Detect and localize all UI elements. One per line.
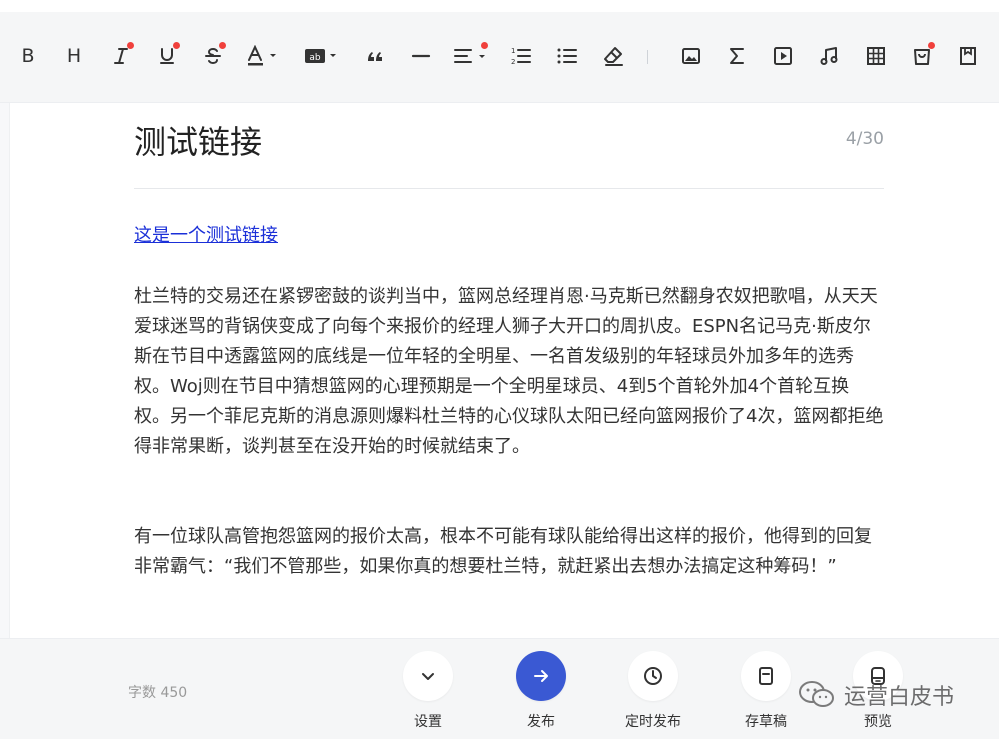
unordered-list-icon [557,48,577,64]
chevron-down-icon [422,673,434,680]
left-panel-edge [0,103,10,638]
word-count: 字数 450 [128,685,188,701]
italic-button[interactable] [106,42,136,70]
insert-table-button[interactable] [861,42,891,70]
publish-button[interactable] [516,651,566,701]
clear-format-button[interactable] [599,42,629,70]
formatting-toolbar: B H ab 12 [0,12,999,103]
heading-icon: H [66,44,82,67]
insert-template-button[interactable] [953,42,983,70]
image-icon [682,48,700,64]
settings-label: 设置 [414,714,442,730]
font-color-icon [248,45,276,66]
underline-button[interactable] [152,42,182,70]
product-badge [928,42,935,49]
test-link[interactable]: 这是一个测试链接 [134,224,278,248]
ordered-list-icon: 12 [511,47,531,66]
body-paragraph[interactable]: 有一位球队高管抱怨篮网的报价太高，根本不可能有球队能给得出这样的报价，他得到的回… [134,522,884,582]
music-icon [820,47,838,65]
title-char-count: 4/30 [845,129,884,149]
font-color-button[interactable] [244,42,280,70]
clock-icon [644,667,662,685]
schedule-publish-button[interactable] [628,651,678,701]
insert-formula-button[interactable] [722,42,752,70]
template-icon [960,47,976,65]
watermark-text: 运营白皮书 [844,685,955,710]
italic-badge [127,42,134,49]
draft-icon [759,667,773,685]
body-paragraph[interactable]: 杜兰特的交易还在紧锣密鼓的谈判当中，篮网总经理肖恩·马克斯已然翻身农奴把歌唱，从… [134,282,884,462]
toolbar-separator [647,50,648,64]
italic-icon [114,48,128,64]
video-icon [774,47,792,65]
settings-action: 设置 [383,651,473,731]
underline-icon [160,48,174,64]
sigma-icon [730,48,744,64]
svg-text:2: 2 [511,58,515,66]
insert-image-button[interactable] [676,42,706,70]
watermark: 运营白皮书 [798,679,954,711]
title-divider [134,188,884,189]
save-draft-label: 存草稿 [745,714,787,730]
bold-icon: B [21,44,35,67]
strikethrough-button[interactable] [198,42,228,70]
shopping-bag-icon [914,49,930,65]
arrow-right-icon [534,670,548,682]
quote-button[interactable] [360,42,390,70]
article-title[interactable]: 测试链接 [134,120,734,164]
wechat-icon [799,681,834,707]
ordered-list-button[interactable]: 12 [506,42,536,70]
strikethrough-icon [205,47,221,65]
eraser-icon [604,47,623,66]
settings-button[interactable] [403,651,453,701]
align-badge [481,42,488,49]
publish-label: 发布 [527,714,555,730]
divider-button[interactable] [406,42,436,70]
publish-action: 发布 [496,651,586,731]
quote-icon [368,52,382,61]
preview-label: 预览 [864,714,892,730]
heading-button[interactable]: H [59,42,89,70]
horizontal-rule-icon [411,54,431,58]
highlight-icon: ab [305,49,336,63]
bottom-action-bar: 字数 450 设置 发布 定时发布 存草稿 预览 运营白皮书 [0,638,999,739]
align-button[interactable] [452,42,488,70]
schedule-label: 定时发布 [625,714,681,730]
insert-product-button[interactable] [907,42,937,70]
strikethrough-badge [219,42,226,49]
insert-audio-button[interactable] [814,42,844,70]
save-draft-button[interactable] [741,651,791,701]
background-color-button[interactable]: ab [302,42,340,70]
align-left-icon [454,49,485,63]
svg-text:ab: ab [309,53,321,63]
unordered-list-button[interactable] [552,42,582,70]
svg-text:1: 1 [511,47,515,55]
underline-badge [173,42,180,49]
insert-video-button[interactable] [768,42,798,70]
table-icon [867,47,885,65]
schedule-action: 定时发布 [608,651,698,731]
bold-button[interactable]: B [13,42,43,70]
